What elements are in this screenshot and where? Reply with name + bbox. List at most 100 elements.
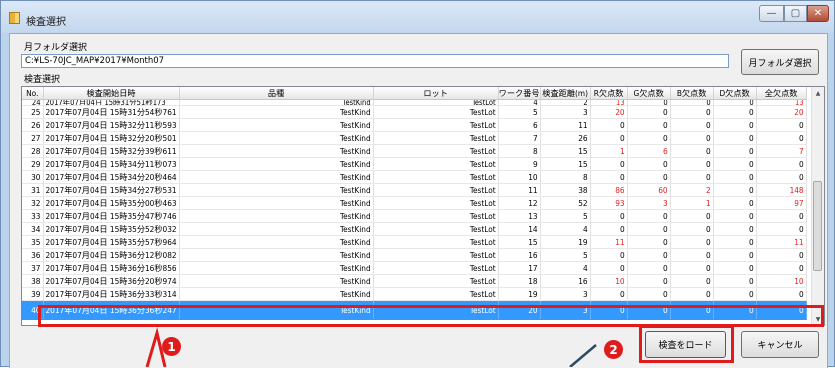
table-cell: TestLot	[373, 196, 499, 210]
table-cell: 0	[756, 261, 807, 275]
table-cell: 0	[627, 287, 671, 301]
table-cell: 0	[627, 222, 671, 236]
table-row[interactable]: 37 2017年07月04日 15時36分16秒856 TestKind TestLo…	[22, 261, 807, 275]
column-header[interactable]: ワーク番号	[498, 87, 541, 100]
table-cell: 0	[713, 170, 757, 184]
table-cell: 3	[540, 287, 591, 301]
table-cell: 0	[756, 209, 807, 223]
column-header[interactable]: D欠点数	[713, 87, 757, 100]
column-header[interactable]: 検査距離(m)	[540, 87, 591, 100]
inspection-grid: No. 検査開始日時 品種 ロット ワーク番号 検査距離(m) R欠点数 G欠点数 B欠点数 D欠…	[22, 87, 807, 320]
table-cell: TestKind	[179, 222, 374, 236]
table-cell: 0	[713, 222, 757, 236]
table-cell: 28	[22, 144, 44, 158]
column-header[interactable]: ロット	[373, 87, 499, 100]
table-cell: TestLot	[373, 274, 499, 288]
table-cell: 2017年07月04日 15時31分51秒173	[43, 99, 180, 106]
table-cell: TestKind	[179, 131, 374, 145]
table-row[interactable]: 34 2017年07月04日 15時35分52秒032 TestKind TestLo…	[22, 222, 807, 236]
column-header[interactable]: 検査開始日時	[43, 87, 180, 100]
table-cell: 0	[670, 261, 714, 275]
table-cell: 0	[713, 196, 757, 210]
table-cell: 11	[590, 235, 628, 249]
cancel-button[interactable]: キャンセル	[741, 331, 819, 358]
table-cell: 0	[590, 248, 628, 262]
table-cell: 12	[498, 196, 541, 210]
table-cell: TestKind	[179, 105, 374, 119]
column-header[interactable]: 全欠点数	[756, 87, 807, 100]
table-cell: 8	[498, 144, 541, 158]
table-row[interactable]: 28 2017年07月04日 15時32分39秒611 TestKind TestLo…	[22, 144, 807, 158]
table-row[interactable]: 33 2017年07月04日 15時35分47秒746 TestKind TestLo…	[22, 209, 807, 223]
table-cell: 1	[670, 196, 714, 210]
table-cell: 0	[713, 287, 757, 301]
annotation-badge-2: 2	[604, 340, 623, 359]
month-folder-label: 月フォルダ選択	[24, 43, 88, 53]
table-row[interactable]: 26 2017年07月04日 15時32分11秒593 TestKind TestLo…	[22, 118, 807, 132]
scroll-thumb[interactable]	[813, 181, 822, 271]
table-row[interactable]: 36 2017年07月04日 15時36分12秒082 TestKind TestLo…	[22, 248, 807, 262]
table-cell: 93	[590, 196, 628, 210]
table-cell: 2017年07月04日 15時36分20秒974	[43, 274, 180, 288]
column-header[interactable]: 品種	[179, 87, 374, 100]
table-cell: 15	[498, 235, 541, 249]
table-cell: 0	[713, 183, 757, 197]
table-cell: 0	[627, 209, 671, 223]
folder-path-field[interactable]: C:¥LS-70JC_MAP¥2017¥Month07	[21, 54, 729, 68]
table-cell: TestKind	[179, 209, 374, 223]
table-cell: 0	[756, 118, 807, 132]
table-cell: TestLot	[373, 170, 499, 184]
table-cell: 60	[627, 183, 671, 197]
table-cell: 14	[498, 222, 541, 236]
select-month-folder-button[interactable]: 月フォルダ選択	[741, 49, 819, 75]
table-row[interactable]: 31 2017年07月04日 15時34分27秒531 TestKind TestLo…	[22, 183, 807, 197]
column-header[interactable]: B欠点数	[670, 87, 714, 100]
column-header[interactable]: G欠点数	[627, 87, 671, 100]
table-row[interactable]: 35 2017年07月04日 15時35分57秒964 TestKind TestLo…	[22, 235, 807, 249]
table-cell: 0	[627, 274, 671, 288]
table-row[interactable]: 32 2017年07月04日 15時35分00秒463 TestKind TestLo…	[22, 196, 807, 210]
table-cell: 2017年07月04日 15時36分16秒856	[43, 261, 180, 275]
table-cell: TestLot	[373, 105, 499, 119]
maximize-button[interactable]: ▢	[784, 5, 807, 22]
table-cell: 32	[22, 196, 44, 210]
table-cell: TestKind	[179, 157, 374, 171]
table-cell: 26	[22, 118, 44, 132]
table-cell: 0	[670, 118, 714, 132]
table-cell: 0	[670, 157, 714, 171]
table-cell: 0	[627, 235, 671, 249]
table-cell: 0	[590, 157, 628, 171]
table-row[interactable]: 38 2017年07月04日 15時36分20秒974 TestKind TestLo…	[22, 274, 807, 288]
table-cell: 0	[713, 209, 757, 223]
table-cell: 2017年07月04日 15時35分47秒746	[43, 209, 180, 223]
table-row[interactable]: 39 2017年07月04日 15時36分33秒314 TestKind TestLo…	[22, 287, 807, 301]
table-cell: 18	[498, 274, 541, 288]
minimize-button[interactable]: —	[759, 5, 784, 22]
scroll-up-icon[interactable]: ▲	[812, 87, 824, 99]
table-cell: 16	[498, 248, 541, 262]
table-row[interactable]: 30 2017年07月04日 15時34分20秒464 TestKind TestLo…	[22, 170, 807, 184]
table-cell: TestKind	[179, 287, 374, 301]
table-cell: TestKind	[179, 144, 374, 158]
table-row[interactable]: 25 2017年07月04日 15時31分54秒761 TestKind TestLo…	[22, 105, 807, 119]
table-cell: 29	[22, 157, 44, 171]
table-cell: 0	[627, 170, 671, 184]
table-row[interactable]: 27 2017年07月04日 15時32分20秒501 TestKind TestLo…	[22, 131, 807, 145]
table-cell: 2017年07月04日 15時32分11秒593	[43, 118, 180, 132]
table-cell: TestKind	[179, 170, 374, 184]
table-cell: 5	[540, 209, 591, 223]
table-row[interactable]: 29 2017年07月04日 15時34分11秒073 TestKind TestLo…	[22, 157, 807, 171]
table-cell: TestLot	[373, 157, 499, 171]
table-cell: 2017年07月04日 15時36分12秒082	[43, 248, 180, 262]
column-header[interactable]: R欠点数	[590, 87, 628, 100]
table-cell: 2017年07月04日 15時34分11秒073	[43, 157, 180, 171]
close-button[interactable]: ✕	[807, 5, 829, 22]
column-header[interactable]: No.	[22, 87, 44, 100]
table-cell: 86	[590, 183, 628, 197]
table-cell: TestLot	[373, 131, 499, 145]
table-cell: TestLot	[373, 235, 499, 249]
title-bar[interactable]: 検査選択 — ▢ ✕	[1, 1, 834, 33]
table-cell: 0	[590, 287, 628, 301]
table-vertical-scrollbar[interactable]: ▲ ▼	[811, 87, 824, 325]
table-cell: 0	[713, 144, 757, 158]
